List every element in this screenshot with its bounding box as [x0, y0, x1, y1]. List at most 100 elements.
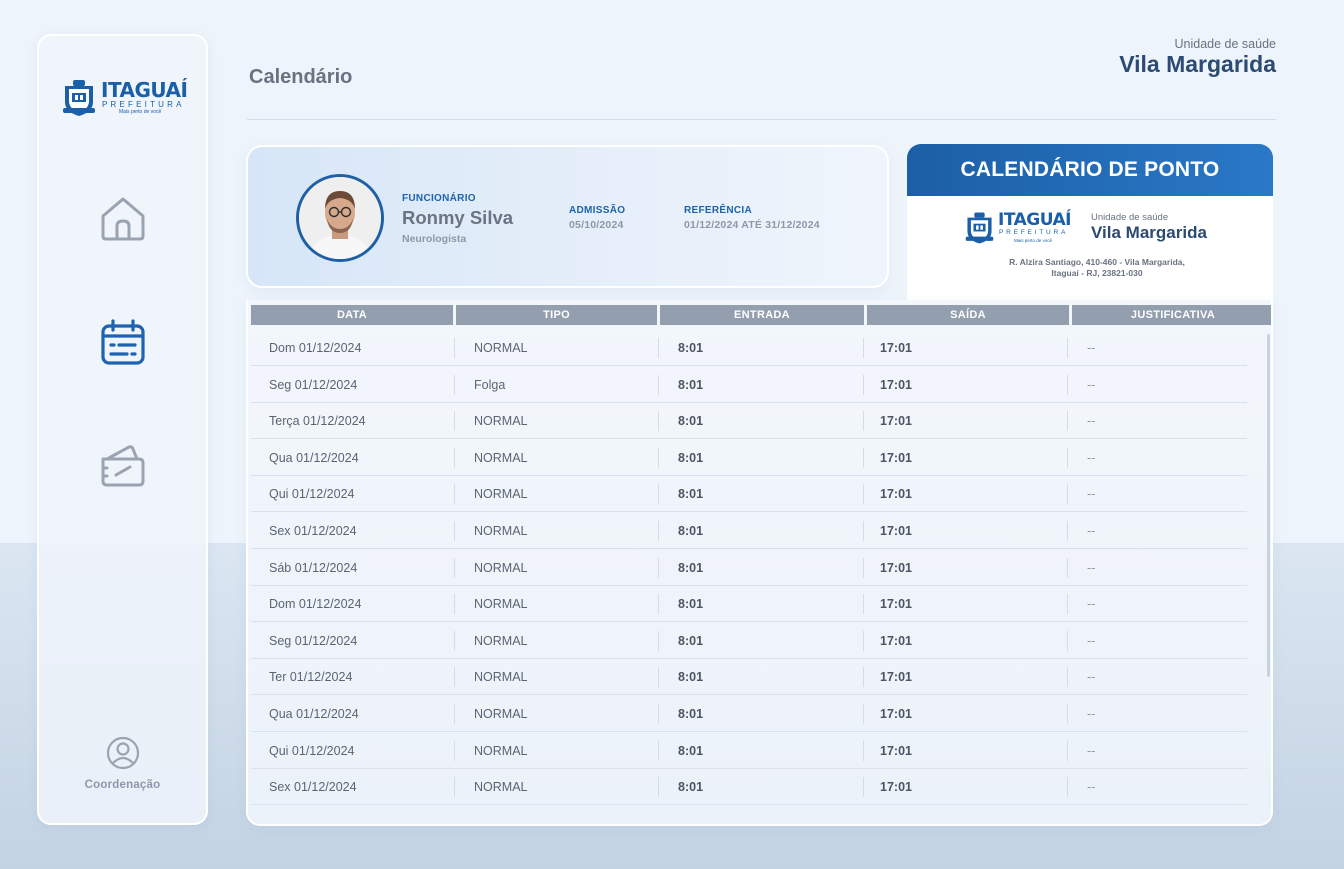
table-row[interactable]: Seg 01/12/2024 NORMAL 8:01 17:01 --	[251, 623, 1247, 659]
cell-data: Terça 01/12/2024	[269, 414, 366, 429]
cell-tipo: NORMAL	[474, 450, 528, 465]
table-row[interactable]: Sex 01/12/2024 NORMAL 8:01 17:01 --	[251, 769, 1247, 806]
cell-divider	[1067, 594, 1068, 615]
cell-divider	[863, 557, 864, 578]
cell-saida: 17:01	[880, 524, 912, 538]
cell-divider	[1067, 557, 1068, 578]
table-row[interactable]: Qua 01/12/2024 NORMAL 8:01 17:01 --	[251, 696, 1247, 732]
user-coordenacao[interactable]: Coordenação	[39, 736, 206, 791]
column-header-entrada[interactable]: ENTRADA	[660, 305, 864, 325]
cell-saida: 17:01	[880, 560, 912, 575]
table-row[interactable]: Seg 01/12/2024 Folga 8:01 17:01 --	[251, 367, 1247, 403]
cell-data: Ter 01/12/2024	[269, 670, 353, 685]
cell-divider	[863, 777, 864, 798]
cell-tipo: NORMAL	[474, 560, 528, 575]
ponto-logo-brand: ITAGUAÍ	[998, 210, 1071, 230]
cell-divider	[454, 740, 455, 761]
cell-divider	[863, 374, 864, 395]
column-header-data[interactable]: DATA	[251, 305, 453, 325]
cell-data: Seg 01/12/2024	[269, 633, 358, 648]
cell-justificativa: --	[1087, 487, 1096, 502]
cell-divider	[863, 630, 864, 651]
cell-divider	[1067, 338, 1068, 358]
cell-justificativa: --	[1087, 743, 1096, 758]
cell-saida: 17:01	[880, 450, 912, 465]
cell-tipo: NORMAL	[474, 341, 528, 355]
column-header-saida[interactable]: SAÍDA	[867, 305, 1069, 325]
cell-divider	[863, 411, 864, 432]
home-icon[interactable]	[99, 194, 147, 242]
cell-entrada: 8:01	[678, 560, 704, 575]
cell-justificativa: --	[1087, 377, 1096, 392]
reference-value: 01/12/2024 ATÉ 31/12/2024	[684, 219, 820, 231]
unit-label: Unidade de saúde	[1174, 37, 1276, 51]
timesheet-table: DATA TIPO ENTRADA SAÍDA JUSTIFICATIVA Do…	[246, 300, 1273, 826]
table-row[interactable]: Qui 01/12/2024 NORMAL 8:01 17:01 --	[251, 733, 1247, 769]
cell-divider	[454, 777, 455, 798]
ponto-card: CALENDÁRIO DE PONTO ITAGUAÍ PREFEITURA M…	[907, 144, 1273, 304]
avatar[interactable]	[296, 174, 384, 262]
cell-divider	[658, 740, 659, 761]
calendar-icon[interactable]	[99, 318, 147, 366]
admission-label: ADMISSÃO	[569, 205, 626, 216]
cell-divider	[1067, 667, 1068, 688]
cell-saida: 17:01	[880, 633, 912, 648]
cell-divider	[863, 594, 864, 615]
user-label: Coordenação	[84, 779, 161, 791]
cell-entrada: 8:01	[678, 414, 704, 429]
cell-entrada: 8:01	[678, 487, 704, 502]
address-line-1: R. Alzira Santiago, 410-460 - Vila Marga…	[1009, 257, 1185, 267]
cell-entrada: 8:01	[678, 524, 704, 538]
cell-divider	[454, 447, 455, 468]
cell-divider	[863, 521, 864, 541]
cell-divider	[1067, 740, 1068, 761]
scrollbar[interactable]	[1267, 334, 1270, 677]
cell-divider	[1067, 411, 1068, 432]
cell-saida: 17:01	[880, 670, 912, 685]
table-row[interactable]: Sáb 01/12/2024 NORMAL 8:01 17:01 --	[251, 550, 1247, 586]
cell-data: Sáb 01/12/2024	[269, 560, 358, 575]
cell-divider	[658, 447, 659, 468]
cell-divider	[658, 777, 659, 798]
table-header: DATA TIPO ENTRADA SAÍDA JUSTIFICATIVA	[251, 305, 1271, 325]
cell-tipo: NORMAL	[474, 414, 528, 429]
table-row[interactable]: Terça 01/12/2024 NORMAL 8:01 17:01 --	[251, 403, 1247, 440]
cell-divider	[863, 338, 864, 358]
reference-label: REFERÊNCIA	[684, 205, 753, 216]
table-row[interactable]: Dom 01/12/2024 NORMAL 8:01 17:01 --	[251, 330, 1247, 366]
cell-entrada: 8:01	[678, 633, 704, 648]
table-row[interactable]: Qui 01/12/2024 NORMAL 8:01 17:01 --	[251, 476, 1247, 513]
table-row[interactable]: Qua 01/12/2024 NORMAL 8:01 17:01 --	[251, 440, 1247, 476]
itaguai-logo[interactable]: ITAGUAÍ PREFEITURA Mais perto de você	[61, 78, 189, 122]
ponto-title: CALENDÁRIO DE PONTO	[907, 144, 1273, 196]
table-row[interactable]: Sex 01/12/2024 NORMAL 8:01 17:01 --	[251, 513, 1247, 549]
cell-divider	[1067, 777, 1068, 798]
header-divider	[247, 119, 1276, 120]
cell-saida: 17:01	[880, 341, 912, 355]
address-line-2: Itaguaí - RJ, 23821-030	[1051, 268, 1143, 278]
table-row[interactable]: Dom 01/12/2024 NORMAL 8:01 17:01 --	[251, 586, 1247, 623]
cell-divider	[1067, 521, 1068, 541]
cell-data: Qui 01/12/2024	[269, 743, 355, 758]
page-title: Calendário	[249, 66, 353, 88]
cell-divider	[658, 630, 659, 651]
cell-tipo: NORMAL	[474, 780, 528, 795]
cell-tipo: NORMAL	[474, 633, 528, 648]
cell-saida: 17:01	[880, 487, 912, 502]
cell-data: Sex 01/12/2024	[269, 524, 357, 538]
cell-divider	[1067, 704, 1068, 724]
cell-tipo: NORMAL	[474, 670, 528, 685]
ticket-icon[interactable]	[99, 441, 147, 489]
cell-tipo: NORMAL	[474, 487, 528, 502]
cell-saida: 17:01	[880, 377, 912, 392]
table-row[interactable]: Ter 01/12/2024 NORMAL 8:01 17:01 --	[251, 659, 1247, 696]
employee-name: Ronmy Silva	[402, 207, 514, 228]
cell-divider	[658, 411, 659, 432]
sidebar: ITAGUAÍ PREFEITURA Mais perto de você Co…	[37, 34, 208, 825]
cell-justificativa: --	[1087, 597, 1096, 612]
column-header-tipo[interactable]: TIPO	[456, 305, 657, 325]
admission-value: 05/10/2024	[569, 219, 624, 231]
column-header-justificativa[interactable]: JUSTIFICATIVA	[1072, 305, 1271, 325]
cell-entrada: 8:01	[678, 707, 704, 721]
cell-divider	[658, 557, 659, 578]
